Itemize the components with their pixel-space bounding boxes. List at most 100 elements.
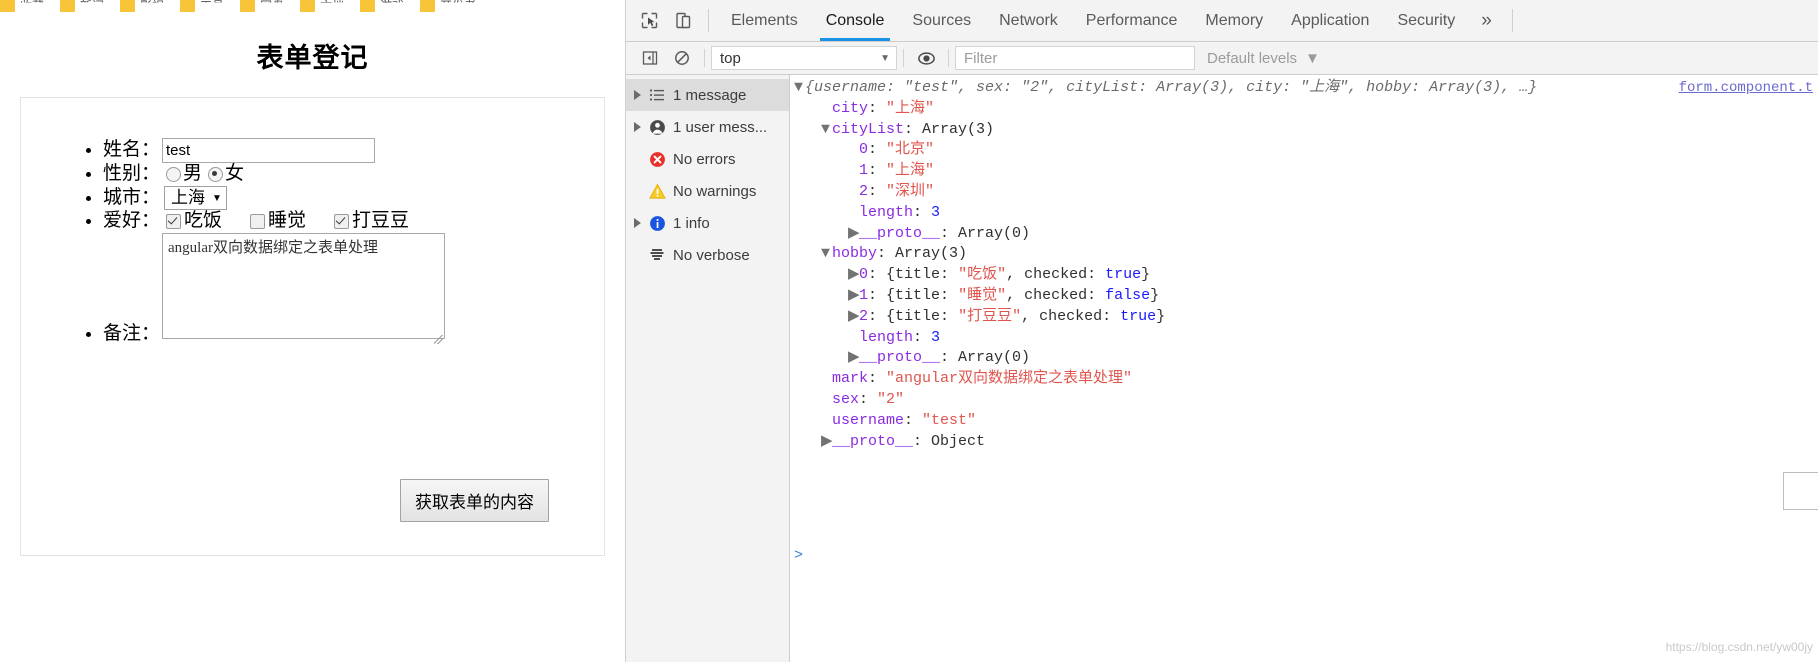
hobby-label-1: 睡觉 (268, 210, 307, 232)
console-log-line[interactable]: ▶0: {title: "吃饭", checked: true} (790, 265, 1818, 286)
folder-icon (0, 0, 15, 12)
console-log-line[interactable]: ▶mark: "angular双向数据绑定之表单处理" (790, 369, 1818, 390)
expand-triangle-icon[interactable] (634, 122, 641, 132)
sidebar-item-label: No verbose (673, 246, 750, 264)
city-select[interactable]: 上海 ▼ (164, 185, 227, 211)
live-expression-icon[interactable] (910, 42, 942, 74)
info-icon (648, 214, 666, 232)
console-log-line[interactable]: ▶2: {title: "打豆豆", checked: true} (790, 307, 1818, 328)
bookmark-label: 文档 (320, 0, 345, 13)
tab-network[interactable]: Network (985, 0, 1072, 41)
sidebar-item-info[interactable]: 1 info (626, 207, 789, 239)
expand-arrow-icon: ▶ (848, 161, 859, 182)
devtools-panel: Elements Console Sources Network Perform… (625, 0, 1818, 662)
list-icon (648, 86, 666, 104)
hobby-item-1[interactable]: 睡觉 (250, 210, 306, 233)
bookmark-item[interactable]: 收藏 (0, 0, 44, 14)
expand-arrow-icon: ▶ (848, 182, 859, 203)
execution-context-select[interactable]: top ▼ (711, 46, 897, 70)
expand-triangle-icon[interactable] (634, 90, 641, 100)
radio-male[interactable] (166, 166, 182, 182)
log-levels-select[interactable]: Default levels ▼ (1207, 50, 1320, 67)
bookmark-item[interactable]: 网盘 (240, 0, 284, 14)
hobby-label: 爱好： (103, 210, 161, 232)
form-row-name: 姓名： (103, 138, 604, 163)
web-page-pane: 表单登记 姓名： 性别： 男 女 城市： (0, 14, 625, 662)
bookmark-item[interactable]: 影视 (120, 0, 164, 14)
expand-arrow-icon: ▶ (821, 390, 832, 411)
expand-arrow-icon: ▶ (821, 432, 833, 450)
console-log-line[interactable]: ▶length: 3 (790, 203, 1818, 224)
console-log-line[interactable]: ▶length: 3 (790, 328, 1818, 349)
expand-arrow-icon: ▶ (821, 411, 832, 432)
console-log-line[interactable]: ▶1: "上海" (790, 161, 1818, 182)
console-log-line[interactable]: ▼ hobby: Array(3) (790, 244, 1818, 265)
tab-memory[interactable]: Memory (1191, 0, 1277, 41)
folder-icon (180, 0, 196, 12)
sidebar-item-verbose[interactable]: No verbose (626, 239, 789, 271)
tab-sources[interactable]: Sources (898, 0, 985, 41)
folder-icon (240, 0, 256, 12)
chevron-down-icon: ▼ (1305, 49, 1320, 67)
clear-console-icon[interactable] (666, 42, 698, 74)
console-filter-input[interactable] (955, 46, 1195, 70)
expand-arrow-icon: ▼ (821, 120, 831, 138)
console-log-line[interactable]: ▶__proto__: Array(0) (790, 224, 1818, 245)
name-label: 姓名： (103, 139, 161, 161)
bookmark-item[interactable]: 工具 (180, 0, 224, 14)
expand-arrow-icon: ▶ (848, 286, 860, 304)
tab-elements[interactable]: Elements (717, 0, 812, 41)
console-log-line[interactable]: ▶1: {title: "睡觉", checked: false} (790, 286, 1818, 307)
name-input[interactable] (162, 138, 376, 163)
form-row-sex: 性别： 男 女 (103, 163, 604, 186)
bookmark-item[interactable]: 文档 (300, 0, 344, 14)
hobby-item-2[interactable]: 打豆豆 (334, 210, 409, 233)
console-sidebar-icon[interactable] (634, 42, 666, 74)
console-log-line[interactable]: ▶__proto__: Object (790, 432, 1818, 453)
console-log-line[interactable]: ▶2: "深圳" (790, 182, 1818, 203)
form-card: 姓名： 性别： 男 女 城市： 上海 ▼ (20, 97, 605, 556)
expand-triangle-icon[interactable] (634, 218, 641, 228)
radio-female-label: 女 (225, 163, 245, 184)
sidebar-item-user-messages[interactable]: 1 user mess... (626, 111, 789, 143)
hobby-checkbox-0[interactable] (166, 214, 182, 230)
remark-textarea[interactable]: angular双向数据绑定之表单处理 (162, 233, 446, 340)
form-row-remark: 备注： angular双向数据绑定之表单处理 (103, 233, 604, 346)
console-log-line[interactable]: ▶city: "上海" (790, 99, 1818, 120)
form-row-city: 城市： 上海 ▼ (103, 185, 604, 211)
console-log-line[interactable]: ▶__proto__: Array(0) (790, 348, 1818, 369)
console-prompt[interactable]: > (794, 546, 803, 567)
console-output[interactable]: form.component.t ▼ {username: "test", sex… (790, 75, 1818, 662)
expand-arrow-icon: ▶ (848, 203, 859, 224)
more-tabs-icon[interactable]: » (1469, 0, 1504, 41)
filterbar-divider-1 (704, 49, 705, 67)
sidebar-item-warnings[interactable]: No warnings (626, 175, 789, 207)
console-log-line[interactable]: ▶sex: "2" (790, 390, 1818, 411)
hobby-checkbox-2[interactable] (334, 214, 350, 230)
tab-security[interactable]: Security (1383, 0, 1469, 41)
source-file-link[interactable]: form.component.t (1679, 78, 1813, 99)
hobby-item-0[interactable]: 吃饭 (166, 210, 222, 233)
folder-icon (60, 0, 76, 12)
console-log-line[interactable]: ▼ cityList: Array(3) (790, 120, 1818, 141)
expand-arrow-icon: ▶ (848, 140, 859, 161)
tab-application[interactable]: Application (1277, 0, 1383, 41)
bookmark-item[interactable]: 开发者 (420, 0, 476, 14)
bookmark-item[interactable]: 新闻 (60, 0, 104, 14)
expand-arrow-icon: ▶ (848, 224, 860, 242)
get-form-content-button[interactable]: 获取表单的内容 (400, 479, 549, 522)
bookmark-item[interactable]: 游戏 (360, 0, 404, 14)
console-log-line[interactable]: ▶username: "test" (790, 411, 1818, 432)
hobby-checkbox-1[interactable] (250, 214, 266, 230)
radio-female[interactable] (208, 166, 224, 182)
tab-console[interactable]: Console (812, 0, 899, 41)
sidebar-item-errors[interactable]: No errors (626, 143, 789, 175)
sidebar-item-messages[interactable]: 1 message (626, 79, 789, 111)
inspect-element-icon[interactable] (632, 0, 666, 41)
console-log-line[interactable]: ▶0: "北京" (790, 140, 1818, 161)
tab-performance[interactable]: Performance (1072, 0, 1192, 41)
device-toolbar-icon[interactable] (666, 0, 700, 41)
city-label: 城市： (103, 186, 161, 208)
console-sidebar: 1 message 1 user mess... No errors No wa… (626, 75, 790, 662)
console-log-line[interactable]: ▼ {username: "test", sex: "2", cityList: … (790, 78, 1818, 99)
